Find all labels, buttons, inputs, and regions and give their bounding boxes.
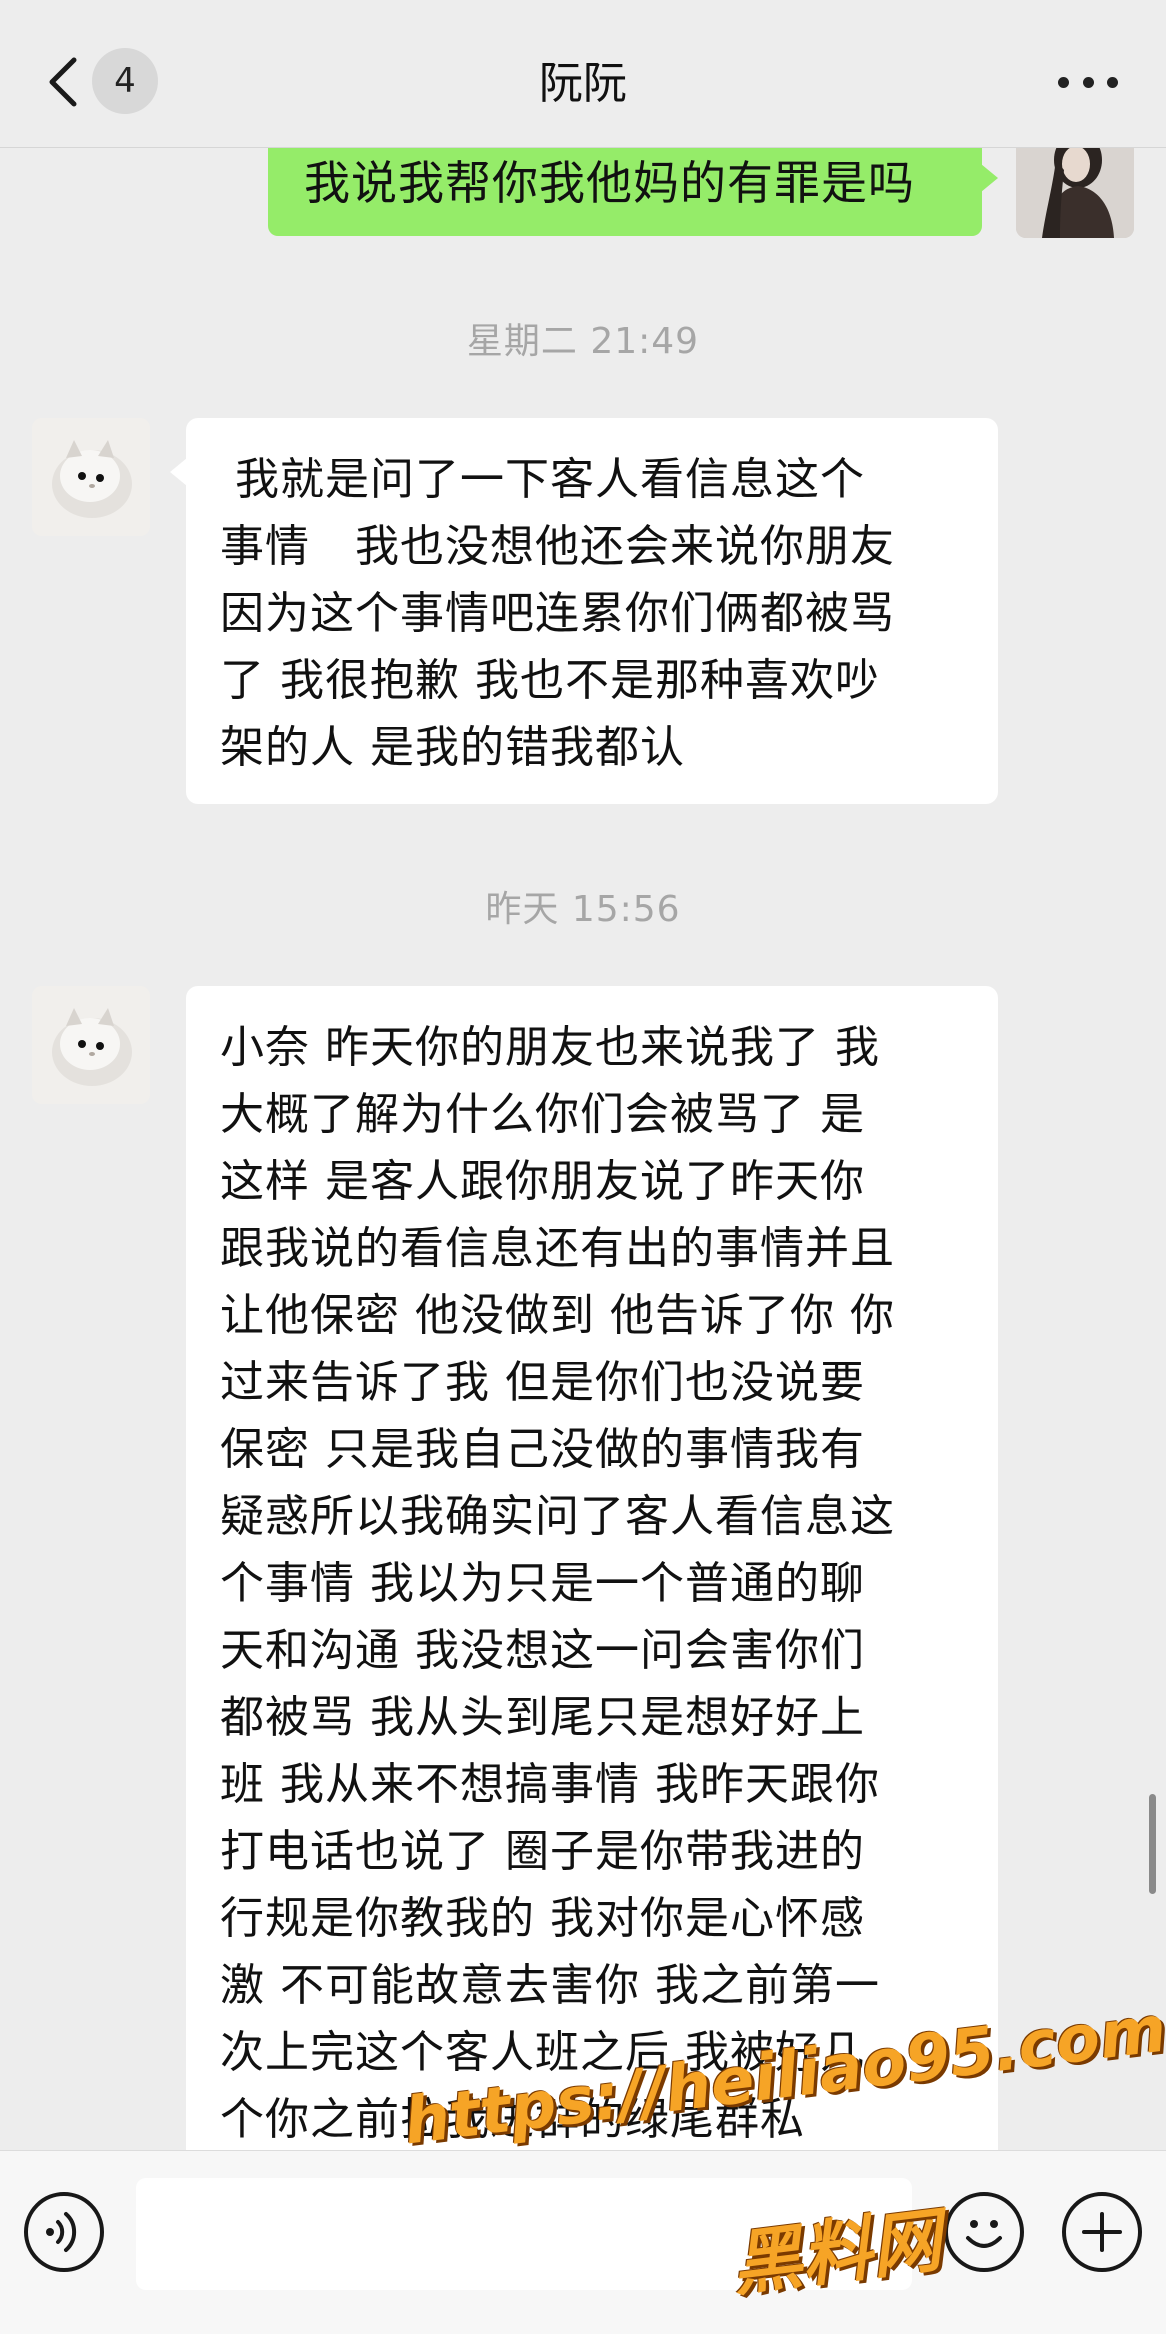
more-functions-button[interactable] xyxy=(1062,2192,1142,2272)
chat-header: 4 阮阮 xyxy=(0,0,1166,148)
contact-avatar[interactable] xyxy=(32,418,150,536)
voice-button[interactable] xyxy=(24,2192,104,2272)
timestamp: 昨天 15:56 xyxy=(485,889,681,930)
contact-avatar[interactable] xyxy=(32,986,150,1104)
timestamp: 星期二 21:49 xyxy=(466,321,700,362)
plus-icon xyxy=(1082,2212,1122,2252)
voice-icon xyxy=(46,2212,77,2252)
scrollbar[interactable] xyxy=(1149,1794,1156,1894)
contact-message-bubble[interactable]: 我就是问了一下客人看信息这个 事情 我也没想他还会来说你朋友 因为这个事情吧连累… xyxy=(170,418,998,804)
more-dots-icon[interactable] xyxy=(1058,72,1118,92)
contact-message-bubble[interactable]: 小奈 昨天你的朋友也来说我了 我 大概了解为什么你们会被骂了 是 这样 是客人跟… xyxy=(186,986,998,2186)
emoji-button[interactable] xyxy=(944,2192,1024,2272)
emoji-icon xyxy=(966,2220,1002,2248)
chat-title: 阮阮 xyxy=(539,58,627,109)
